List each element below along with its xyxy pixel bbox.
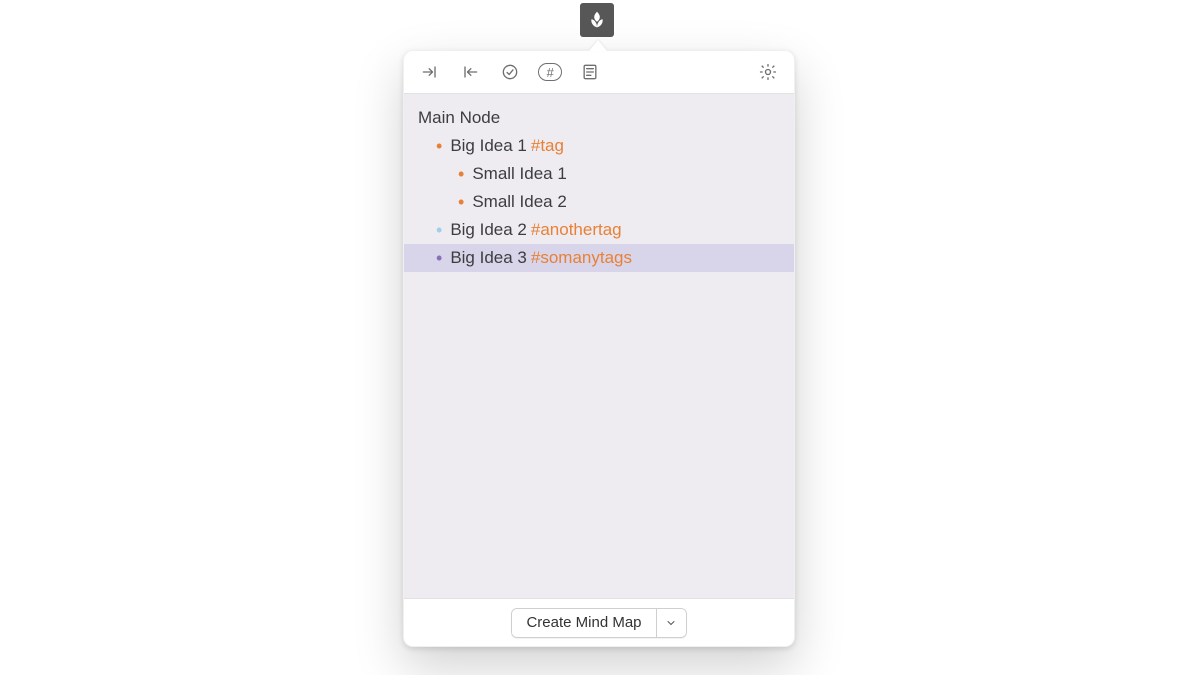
button-label: Create Mind Map	[526, 614, 641, 631]
bullet-icon: •	[436, 137, 442, 155]
node-text: Big Idea 3	[450, 248, 527, 268]
bullet-icon: •	[436, 221, 442, 239]
toolbar: #	[404, 51, 794, 94]
outline-item[interactable]: • Small Idea 1	[404, 160, 794, 188]
indent-button[interactable]	[418, 60, 442, 84]
tag-label: #somanytags	[531, 248, 632, 268]
leaf-icon	[586, 9, 608, 31]
outline-area[interactable]: Main Node •Big Idea 1 #tag•Small Idea 1•…	[404, 94, 794, 598]
root-node[interactable]: Main Node	[404, 104, 794, 132]
quick-entry-popover: # Main Node •Big Idea 1 #tag•Small Idea	[403, 50, 795, 647]
node-text: Small Idea 1	[472, 164, 567, 184]
note-button[interactable]	[578, 60, 602, 84]
create-mind-map-options-button[interactable]	[656, 609, 686, 637]
node-text: Main Node	[418, 108, 500, 128]
bullet-icon: •	[436, 249, 442, 267]
gear-icon	[758, 62, 778, 82]
settings-button[interactable]	[756, 60, 780, 84]
node-text: Small Idea 2	[472, 192, 567, 212]
note-icon	[580, 62, 600, 82]
node-text: Big Idea 2	[450, 220, 527, 240]
bullet-icon: •	[458, 193, 464, 211]
app-icon[interactable]	[580, 3, 614, 37]
outline-item[interactable]: • Small Idea 2	[404, 188, 794, 216]
tag-button[interactable]: #	[538, 60, 562, 84]
create-mind-map-button[interactable]: Create Mind Map	[512, 609, 655, 637]
tag-label: #tag	[531, 136, 564, 156]
outline-item[interactable]: • Big Idea 1 #tag	[404, 132, 794, 160]
bullet-icon: •	[458, 165, 464, 183]
outline-item[interactable]: • Big Idea 2 #anothertag	[404, 216, 794, 244]
footer: Create Mind Map	[404, 598, 794, 646]
outline-item[interactable]: • Big Idea 3 #somanytags	[404, 244, 794, 272]
arrow-left-from-line-icon	[460, 62, 480, 82]
hash-icon: #	[538, 63, 562, 81]
tag-label: #anothertag	[531, 220, 622, 240]
toggle-check-button[interactable]	[498, 60, 522, 84]
outdent-button[interactable]	[458, 60, 482, 84]
arrow-right-to-line-icon	[420, 62, 440, 82]
check-circle-icon	[500, 62, 520, 82]
popover-pointer	[589, 40, 607, 51]
node-text: Big Idea 1	[450, 136, 527, 156]
create-mind-map-split-button: Create Mind Map	[511, 608, 686, 638]
chevron-down-icon	[665, 617, 677, 629]
